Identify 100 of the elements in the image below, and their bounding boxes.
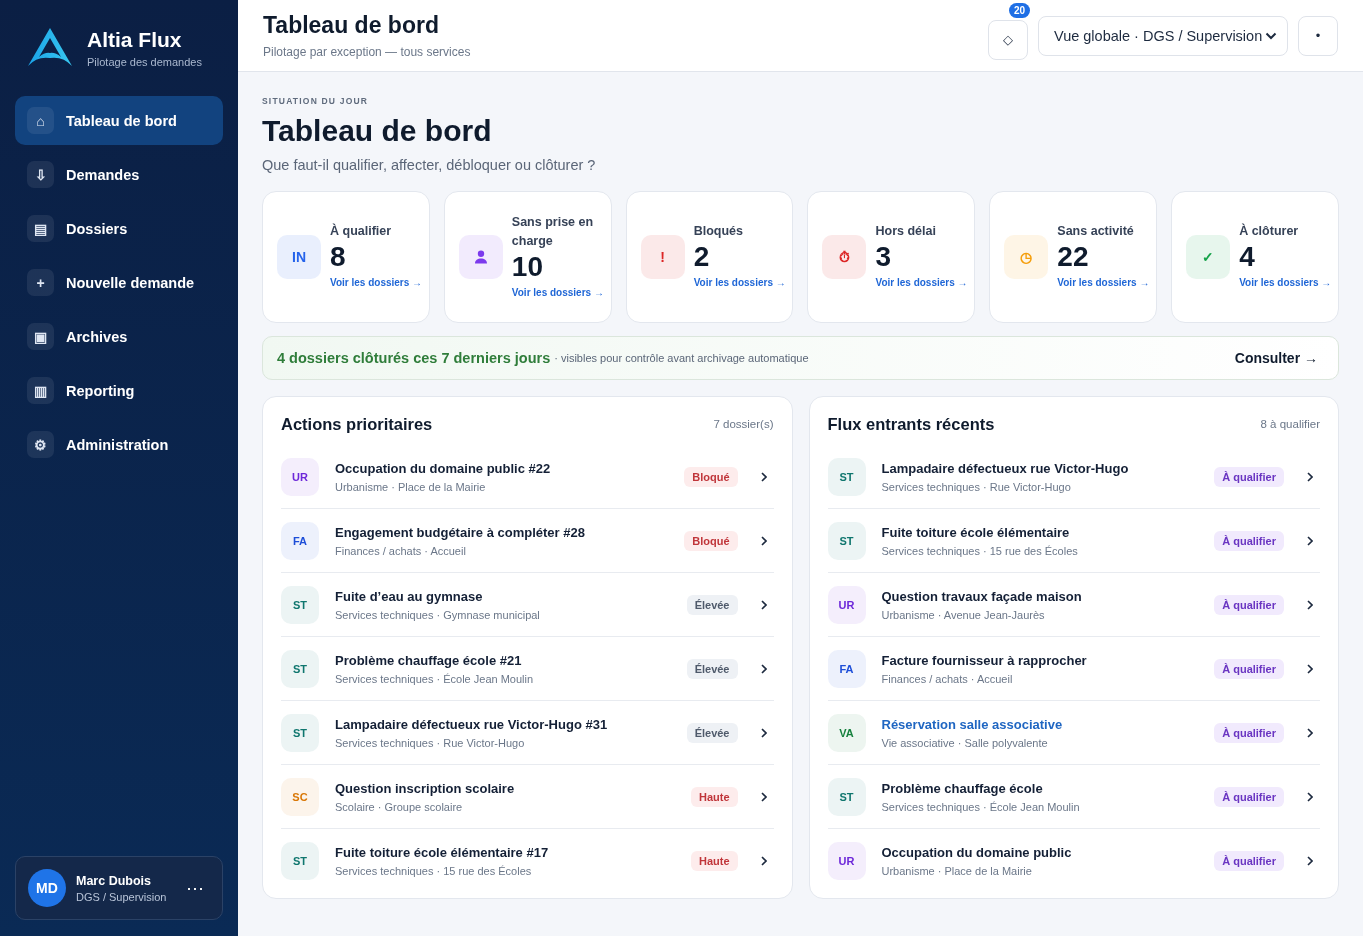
request-meta: Urbanisme · Place de la Mairie [881,864,1033,877]
request-title[interactable]: Question travaux façade maison [881,588,1082,604]
page-title: Tableau de bord [262,114,493,148]
request-title[interactable]: Fuite toiture école élémentaire #17 [335,844,549,860]
request-title[interactable]: Fuite d’eau au gymnase [335,588,540,604]
kpi-value: 10 [511,250,544,283]
banner-headline: 4 dossiers clôturés ces 7 derniers jours [277,350,551,366]
request-meta: Services techniques · 15 rue des Écoles [881,544,1078,557]
user-avatar: MD [28,869,66,907]
nav-item[interactable]: ▤ Dossiers [15,204,223,253]
chevron-right-icon [1307,727,1313,738]
service-avatar: UR [281,457,319,496]
chevron-right-icon [1307,663,1313,674]
request-meta: Vie associative · Salle polyvalente [881,736,1049,749]
kpi-icon: ✓ [1186,235,1231,279]
panel-title: Actions prioritaires [281,414,433,434]
kpi-link[interactable]: Voir les dossiers → [511,282,605,302]
eyebrow-label: SITUATION DU JOUR [262,96,370,106]
nav-item[interactable]: + Nouvelle demande [15,258,223,307]
request-meta: Urbanisme · Place de la Mairie [335,480,487,493]
user-name: Marc Dubois [76,873,152,888]
request-meta: Services techniques · Rue Victor-Hugo [881,480,1072,493]
request-title[interactable]: Question inscription scolaire [335,780,515,796]
chevron-down-icon [1265,31,1277,40]
kpi-icon: ! [640,235,685,279]
view-select[interactable]: Vue globale · DGS / Supervision [1038,15,1288,56]
status-tag: Élevée [686,722,738,743]
request-meta: Finances / achats · Accueil [335,544,467,557]
request-meta: Scolaire · Groupe scolaire [335,800,464,813]
service-avatar: SC [281,777,319,816]
request-meta: Urbanisme · Avenue Jean-Jaurès [881,608,1046,621]
kpi-label: Sans activité [1057,223,1135,240]
request-meta: Services techniques · École Jean Moulin [881,800,1080,813]
kpi-label: À qualifier [330,222,393,240]
nav-item[interactable]: ⌂ Tableau de bord [15,96,223,145]
nav-item[interactable]: ⇩ Demandes [15,150,223,199]
options-button[interactable]: • [1298,15,1338,56]
status-tag: À qualifier [1214,466,1284,487]
service-avatar: UR [827,841,866,880]
request-meta: Services techniques · Gymnase municipal [335,608,540,621]
status-tag: À qualifier [1214,658,1284,679]
nav-icon: ▥ [27,377,54,404]
kpi-link[interactable]: Voir les dossiers → [330,273,423,292]
kpi-value: 4 [1239,241,1256,273]
service-avatar: ST [827,457,866,496]
request-title[interactable]: Problème chauffage école [881,780,1080,796]
service-avatar: UR [827,585,866,624]
nav-item[interactable]: ▥ Reporting [15,366,223,415]
nav-icon: ⚙ [27,431,54,458]
request-title[interactable]: Occupation du domaine public #22 [335,460,551,476]
panel-count: 8 à qualifier [1260,418,1320,430]
kpi-label: Bloqués [693,223,744,240]
request-title[interactable]: Fuite toiture école élémentaire [881,524,1078,540]
request-title[interactable]: Lampadaire défectueux rue Victor-Hugo [881,460,1129,476]
kpi-label: Hors délai [875,223,937,240]
request-title[interactable]: Lampadaire défectueux rue Victor-Hugo #31 [335,716,608,732]
nav-icon: ▣ [27,323,54,350]
service-avatar: ST [281,841,319,880]
service-avatar: ST [281,585,319,624]
status-tag: À qualifier [1214,850,1284,871]
request-meta: Finances / achats · Accueil [881,672,1014,685]
chevron-right-icon [760,855,767,866]
kpi-label: À clôturer [1239,222,1300,240]
request-title[interactable]: Problème chauffage école #21 [335,652,534,668]
header-subtitle: Pilotage par exception — tous services [263,45,471,59]
consult-button[interactable]: Consulter → [1228,349,1324,367]
kpi-icon: ◷ [1004,235,1049,279]
request-title[interactable]: Réservation salle associative [881,716,1063,732]
status-tag: Haute [690,786,738,807]
kpi-link[interactable]: Voir les dossiers → [693,273,787,292]
request-title[interactable]: Occupation du domaine public [881,844,1072,860]
header-title: Tableau de bord [263,12,440,39]
nav-icon: + [27,269,54,296]
panel-count: 7 dossier(s) [713,418,774,430]
more-button[interactable]: ⋯ [180,877,210,899]
chevron-right-icon [760,599,767,610]
status-tag: Élevée [686,658,738,679]
request-meta: Services techniques · Rue Victor-Hugo [335,736,526,749]
service-avatar: FA [827,649,866,688]
service-avatar: ST [281,713,319,752]
kpi-icon: ⏱ [822,235,867,279]
kpi-link[interactable]: Voir les dossiers → [1057,273,1151,292]
notification-button[interactable]: ◇ [988,19,1028,60]
kpi-value: 2 [693,241,711,273]
kpi-link[interactable]: Voir les dossiers → [875,273,969,292]
status-tag: Bloqué [684,466,738,487]
service-avatar: FA [281,521,319,560]
request-title[interactable]: Engagement budgétaire à compléter #28 [335,524,585,540]
chevron-right-icon [760,727,767,738]
kpi-link[interactable]: Voir les dossiers → [1239,273,1332,292]
kpi-icon: IN [277,235,321,279]
service-avatar: ST [281,649,319,688]
nav-icon: ⇩ [27,161,54,188]
kpi-value: 8 [330,241,347,273]
nav-item[interactable]: ⚙ Administration [15,420,223,469]
nav-item[interactable]: ▣ Archives [15,312,223,361]
chevron-right-icon [760,471,767,482]
page-subtitle: Que faut-il qualifier, affecter, débloquer ou clôturer ? [262,157,597,173]
service-avatar: VA [827,713,866,752]
request-title[interactable]: Facture fournisseur à rapprocher [881,652,1087,668]
